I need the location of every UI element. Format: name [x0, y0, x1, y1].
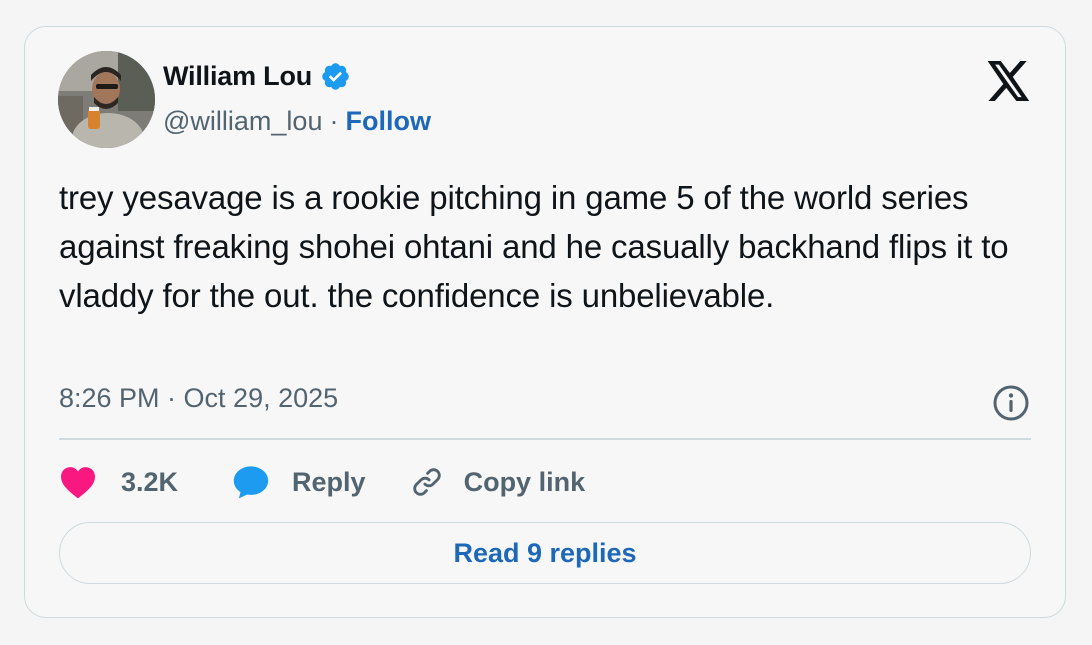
tweet-card: William Lou @william_lou · Follow trey y… — [24, 26, 1066, 618]
avatar[interactable] — [58, 51, 155, 148]
link-icon — [412, 468, 441, 496]
author-name-row: William Lou — [163, 61, 351, 92]
reply-button[interactable]: Reply — [232, 464, 366, 500]
read-replies-button[interactable]: Read 9 replies — [59, 522, 1031, 584]
copy-link-button[interactable]: Copy link — [410, 465, 586, 499]
author-handle-row: @william_lou · Follow — [163, 106, 431, 137]
avatar-photo — [58, 51, 155, 148]
heart-icon — [61, 467, 95, 499]
tweet-text: trey yesavage is a rookie pitching in ga… — [59, 179, 1009, 314]
info-icon[interactable] — [991, 383, 1031, 423]
reply-label: Reply — [292, 466, 366, 497]
like-button[interactable]: 3.2K — [59, 465, 178, 499]
follow-button[interactable]: Follow — [345, 106, 430, 137]
x-logo-icon[interactable] — [987, 61, 1031, 101]
author-name[interactable]: William Lou — [163, 61, 312, 92]
like-count: 3.2K — [121, 466, 179, 497]
speech-bubble-icon — [233, 466, 269, 499]
verified-badge-icon — [322, 63, 349, 90]
copy-link-label: Copy link — [463, 466, 586, 497]
author-handle[interactable]: @william_lou — [163, 106, 322, 137]
tweet-timestamp[interactable]: 8:26 PM · Oct 29, 2025 — [59, 383, 338, 414]
action-bar: 3.2K Reply Copy link — [59, 461, 585, 503]
divider — [59, 438, 1031, 440]
handle-separator: · — [329, 106, 339, 136]
read-replies-label: Read 9 replies — [453, 537, 637, 568]
